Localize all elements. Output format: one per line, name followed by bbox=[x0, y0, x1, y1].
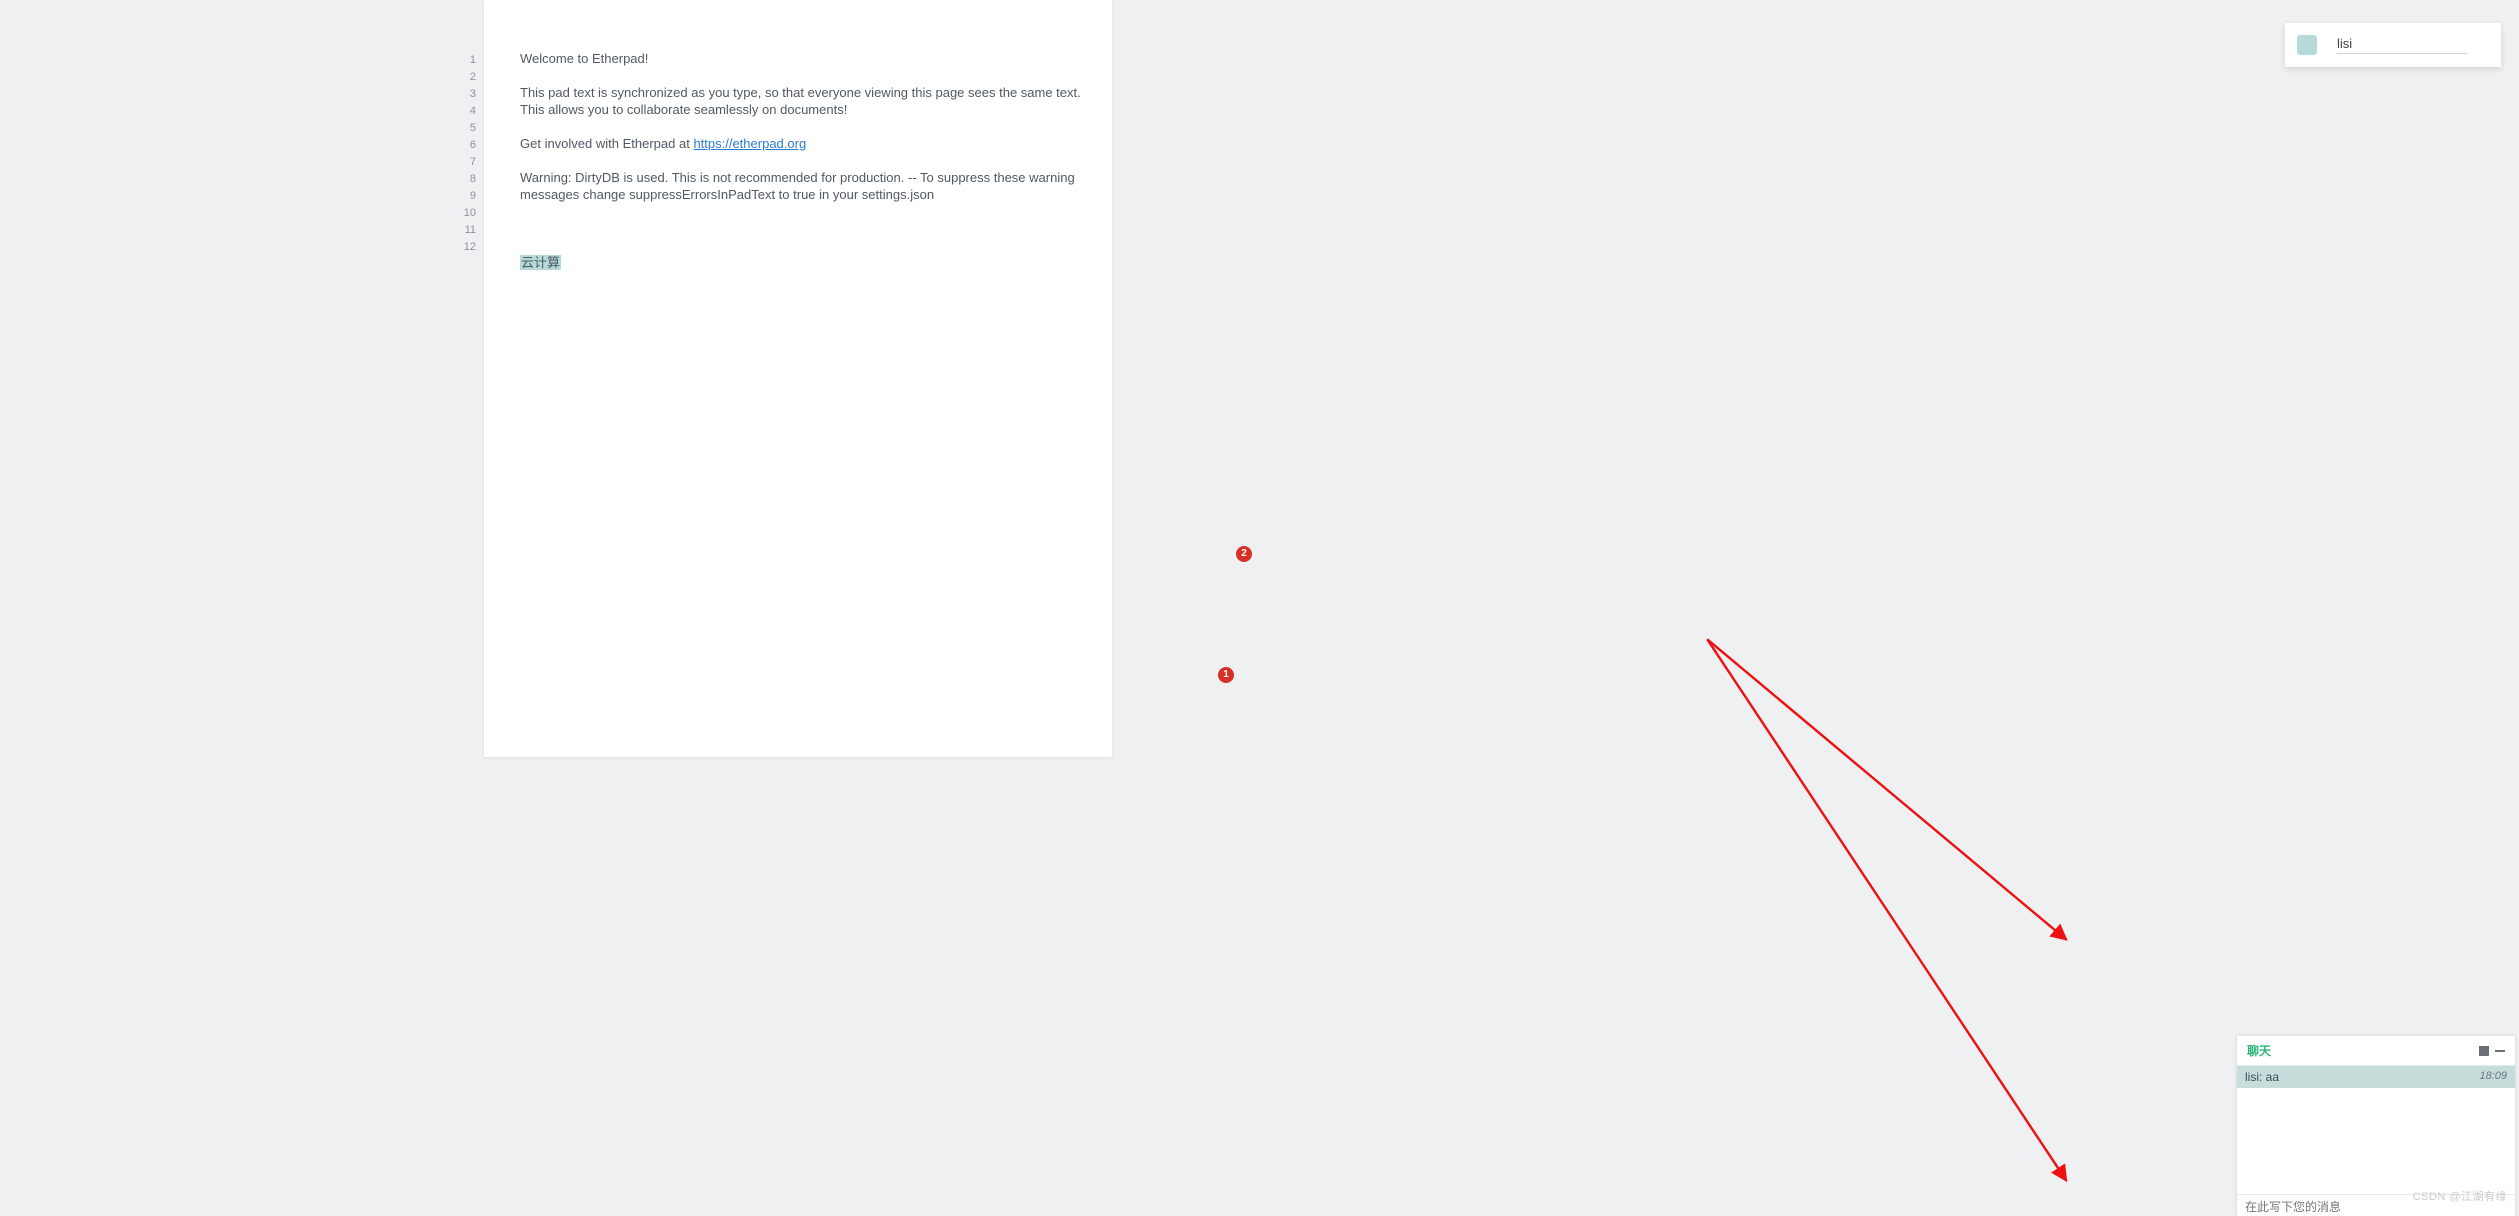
line-number: 4 bbox=[450, 103, 476, 120]
pad-line[interactable] bbox=[520, 67, 1082, 84]
line-number: 7 bbox=[450, 154, 476, 171]
chat-message-time: 18:09 bbox=[2479, 1070, 2507, 1084]
pad-line[interactable] bbox=[520, 118, 1082, 135]
chat-title: 聊天 bbox=[2247, 1042, 2271, 1059]
user-color-swatch[interactable] bbox=[2297, 35, 2317, 55]
chat-minimize-icon[interactable] bbox=[2495, 1050, 2505, 1052]
line-number: 12 bbox=[450, 239, 476, 256]
watermark: CSDN @江湖有缘 bbox=[2413, 1188, 2507, 1204]
etherpad-link[interactable]: https://etherpad.org bbox=[693, 136, 806, 151]
annotation-overlay bbox=[0, 0, 2519, 1216]
pad-line[interactable]: Warning: DirtyDB is used. This is not re… bbox=[520, 169, 1082, 203]
line-number-gutter: 123456789101112 bbox=[450, 0, 484, 256]
pad-line[interactable]: 云计算 bbox=[520, 254, 1082, 271]
chat-pin-icon[interactable] bbox=[2479, 1046, 2489, 1056]
annotation-badge-1: 1 bbox=[1218, 667, 1234, 683]
chat-header[interactable]: 聊天 bbox=[2237, 1036, 2515, 1066]
pad-line[interactable] bbox=[520, 220, 1082, 237]
user-popover bbox=[2285, 23, 2501, 67]
pad-line[interactable] bbox=[520, 152, 1082, 169]
line-number: 11 bbox=[450, 222, 476, 239]
line-number: 1 bbox=[450, 52, 476, 69]
pad-line[interactable]: Welcome to Etherpad! bbox=[520, 50, 1082, 67]
chat-message-text: lisi: aa bbox=[2245, 1070, 2279, 1084]
line-number: 2 bbox=[450, 69, 476, 86]
chat-messages: lisi: aa 18:09 bbox=[2237, 1066, 2515, 1194]
line-number: 5 bbox=[450, 120, 476, 137]
annotation-badge-2: 2 bbox=[1236, 546, 1252, 562]
pad-line[interactable] bbox=[520, 237, 1082, 254]
editor-pad[interactable]: 123456789101112 Welcome to Etherpad!This… bbox=[484, 0, 1112, 757]
line-number: 3 bbox=[450, 86, 476, 103]
pad-line[interactable]: This pad text is synchronized as you typ… bbox=[520, 84, 1082, 118]
pad-line[interactable] bbox=[520, 271, 1082, 288]
line-number: 9 bbox=[450, 188, 476, 205]
chat-message: lisi: aa 18:09 bbox=[2237, 1066, 2515, 1088]
line-number: 10 bbox=[450, 205, 476, 222]
pad-line[interactable]: Get involved with Etherpad at https://et… bbox=[520, 135, 1082, 152]
user-name-input[interactable] bbox=[2337, 36, 2467, 54]
pad-body[interactable]: Welcome to Etherpad! This pad text is syn… bbox=[520, 50, 1082, 288]
pad-line[interactable] bbox=[520, 203, 1082, 220]
line-number: 8 bbox=[450, 171, 476, 188]
highlighted-text[interactable]: 云计算 bbox=[520, 255, 561, 270]
line-number: 6 bbox=[450, 137, 476, 154]
